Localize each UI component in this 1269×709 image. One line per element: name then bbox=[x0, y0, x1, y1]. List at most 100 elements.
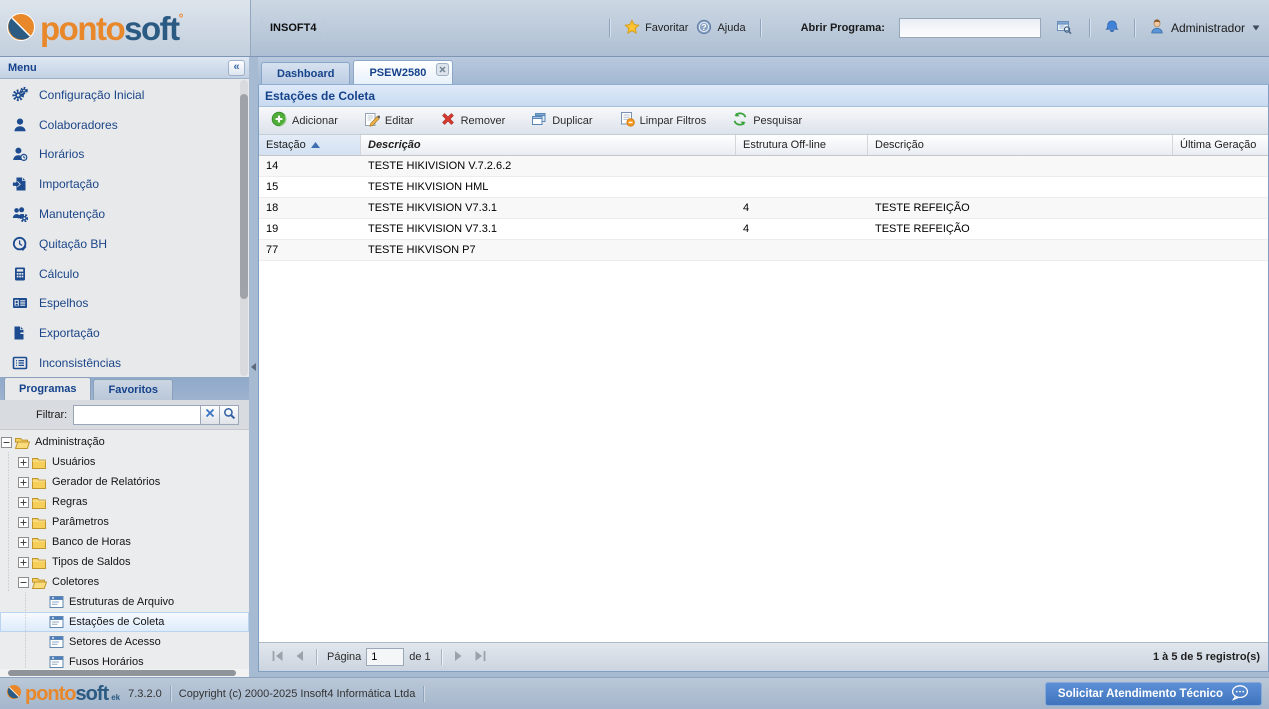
close-tab-icon[interactable] bbox=[436, 63, 449, 76]
sidebar-item-importacao[interactable]: Importação bbox=[0, 169, 249, 199]
separator bbox=[760, 19, 761, 37]
program-picker-button[interactable] bbox=[1053, 18, 1075, 38]
table-row[interactable]: 14TESTE HIKIVISION V.7.2.6.2 bbox=[259, 156, 1268, 177]
copyright-label: Copyright (c) 2000-2025 Insoft4 Informát… bbox=[179, 688, 416, 700]
tree-expander-plus-icon[interactable] bbox=[17, 552, 30, 572]
tree-item-label: Estruturas de Arquivo bbox=[69, 596, 174, 608]
program-picker-icon bbox=[1056, 19, 1072, 38]
column-header-label: Última Geração bbox=[1180, 139, 1256, 151]
remover-button[interactable]: Remover bbox=[436, 108, 510, 133]
sidebar-item-horarios[interactable]: Horários bbox=[0, 140, 249, 170]
tree-item-fusos-horarios[interactable]: Fusos Horários bbox=[0, 652, 249, 669]
column-header-1[interactable]: Descrição bbox=[361, 135, 736, 155]
tree-item-estruturas-de-arquivo[interactable]: Estruturas de Arquivo bbox=[0, 592, 249, 612]
next-page-button[interactable] bbox=[447, 646, 469, 668]
tab-dashboard[interactable]: Dashboard bbox=[261, 62, 350, 84]
tree-indent bbox=[17, 632, 34, 652]
filter-clear-button[interactable] bbox=[201, 405, 220, 425]
sidebar-item-espelhos[interactable]: Espelhos bbox=[0, 289, 249, 319]
tree-expander-minus-icon[interactable] bbox=[0, 432, 13, 452]
bell-icon bbox=[1104, 19, 1120, 38]
tree-expander-plus-icon[interactable] bbox=[17, 452, 30, 472]
menu-scrollbar[interactable] bbox=[240, 80, 248, 376]
sidebar-item-configuracao-inicial[interactable]: Configuração Inicial bbox=[0, 80, 249, 110]
editar-button[interactable]: Editar bbox=[360, 108, 418, 133]
last-page-button[interactable] bbox=[469, 646, 491, 668]
tree-indent bbox=[17, 592, 34, 612]
sidebar-item-inconsistencias[interactable]: Inconsistências bbox=[0, 348, 249, 377]
table-cell bbox=[736, 177, 868, 197]
tree-item-label: Administração bbox=[35, 436, 105, 448]
favorite-button[interactable]: Favoritar bbox=[624, 19, 688, 38]
tab-psew2580[interactable]: PSEW2580 bbox=[353, 60, 453, 84]
tree-item-banco-de-horas[interactable]: Banco de Horas bbox=[0, 532, 249, 552]
tree-expander-plus-icon[interactable] bbox=[17, 512, 30, 532]
first-page-button[interactable] bbox=[267, 646, 289, 668]
tree-item-label: Parâmetros bbox=[52, 516, 109, 528]
sidebar-splitter[interactable] bbox=[249, 57, 258, 677]
column-header-4[interactable]: Última Geração bbox=[1173, 135, 1268, 155]
help-button[interactable]: ? Ajuda bbox=[696, 19, 745, 38]
tree-item-setores-de-acesso[interactable]: Setores de Acesso bbox=[0, 632, 249, 652]
grid-header: Estação DescriçãoEstrutura Off-lineDescri… bbox=[259, 135, 1268, 156]
notifications-button[interactable] bbox=[1104, 19, 1120, 38]
pesquisar-button[interactable]: Pesquisar bbox=[728, 108, 806, 133]
table-row[interactable]: 15TESTE HIKVISION HML bbox=[259, 177, 1268, 198]
sidebar-item-colaboradores[interactable]: Colaboradores bbox=[0, 110, 249, 140]
tree-expander-plus-icon[interactable] bbox=[17, 492, 30, 512]
menu-scrollbar-thumb[interactable] bbox=[240, 94, 248, 299]
open-program-input[interactable] bbox=[899, 18, 1041, 38]
sidebar-item-label: Cálculo bbox=[39, 267, 79, 281]
tree-item-regras[interactable]: Regras bbox=[0, 492, 249, 512]
tree-indent bbox=[0, 552, 17, 572]
tree-expander-minus-icon[interactable] bbox=[17, 572, 30, 592]
page-number-input[interactable] bbox=[366, 648, 404, 666]
separator bbox=[170, 686, 171, 702]
filter-search-button[interactable] bbox=[220, 405, 239, 425]
prev-page-button[interactable] bbox=[289, 646, 311, 668]
sidebar-item-quitacao-bh[interactable]: Quitação BH bbox=[0, 229, 249, 259]
table-row[interactable]: 19TESTE HIKVISION V7.3.14TESTE REFEIÇÃO bbox=[259, 219, 1268, 240]
tree-item-tipos-de-saldos[interactable]: Tipos de Saldos bbox=[0, 552, 249, 572]
separator bbox=[423, 686, 424, 702]
sidebar-item-exportacao[interactable]: Exportação bbox=[0, 318, 249, 348]
tab-programas[interactable]: Programas bbox=[4, 377, 91, 400]
limpar-filtros-button[interactable]: Limpar Filtros bbox=[615, 108, 711, 133]
tree-item-usuarios[interactable]: Usuários bbox=[0, 452, 249, 472]
tree-horizontal-scrollbar[interactable] bbox=[0, 669, 249, 677]
leaf-icon bbox=[47, 594, 65, 610]
tree-expander-plus-icon[interactable] bbox=[17, 532, 30, 552]
adicionar-button[interactable]: Adicionar bbox=[267, 108, 342, 133]
tree-expander-plus-icon[interactable] bbox=[17, 472, 30, 492]
table-row[interactable]: 18TESTE HIKVISION V7.3.14TESTE REFEIÇÃO bbox=[259, 198, 1268, 219]
tree-hscroll-thumb[interactable] bbox=[8, 670, 236, 676]
sidebar-item-manutencao[interactable]: Manutenção bbox=[0, 199, 249, 229]
tree-item-parametros[interactable]: Parâmetros bbox=[0, 512, 249, 532]
sidebar-item-calculo[interactable]: Cálculo bbox=[0, 259, 249, 289]
table-cell: 4 bbox=[736, 219, 868, 239]
tree-item-estacoes-de-coleta[interactable]: Estações de Coleta bbox=[0, 612, 249, 632]
tab-favoritos[interactable]: Favoritos bbox=[93, 379, 173, 400]
calculator-icon bbox=[11, 265, 29, 283]
user-menu[interactable]: Administrador bbox=[1149, 19, 1261, 38]
collapse-sidebar-button[interactable]: « bbox=[228, 60, 245, 76]
duplicar-button[interactable]: Duplicar bbox=[527, 108, 596, 133]
column-header-label: Estação bbox=[266, 139, 306, 151]
table-cell: TESTE HIKVISION V7.3.1 bbox=[361, 198, 736, 218]
tree-item-gerador-de-relatorios[interactable]: Gerador de Relatórios bbox=[0, 472, 249, 492]
person-clock-icon bbox=[11, 145, 29, 163]
tree-filter-input[interactable] bbox=[73, 405, 201, 425]
top-header-actions: Favoritar ? Ajuda Abrir Programa: bbox=[603, 18, 1261, 38]
column-header-3[interactable]: Descrição bbox=[868, 135, 1173, 155]
request-support-button[interactable]: Solicitar Atendimento Técnico bbox=[1045, 682, 1262, 706]
column-header-2[interactable]: Estrutura Off-line bbox=[736, 135, 868, 155]
separator bbox=[1134, 19, 1135, 37]
gears-icon bbox=[11, 86, 29, 104]
svg-text:?: ? bbox=[702, 22, 707, 32]
tree-item-administracao[interactable]: Administração bbox=[0, 432, 249, 452]
tree-item-coletores[interactable]: Coletores bbox=[0, 572, 249, 592]
tree-indent bbox=[17, 652, 34, 669]
table-row[interactable]: 77TESTE HIKVISON P7 bbox=[259, 240, 1268, 261]
splitter-collapse-icon[interactable] bbox=[251, 363, 256, 371]
column-header-0[interactable]: Estação bbox=[259, 135, 361, 155]
